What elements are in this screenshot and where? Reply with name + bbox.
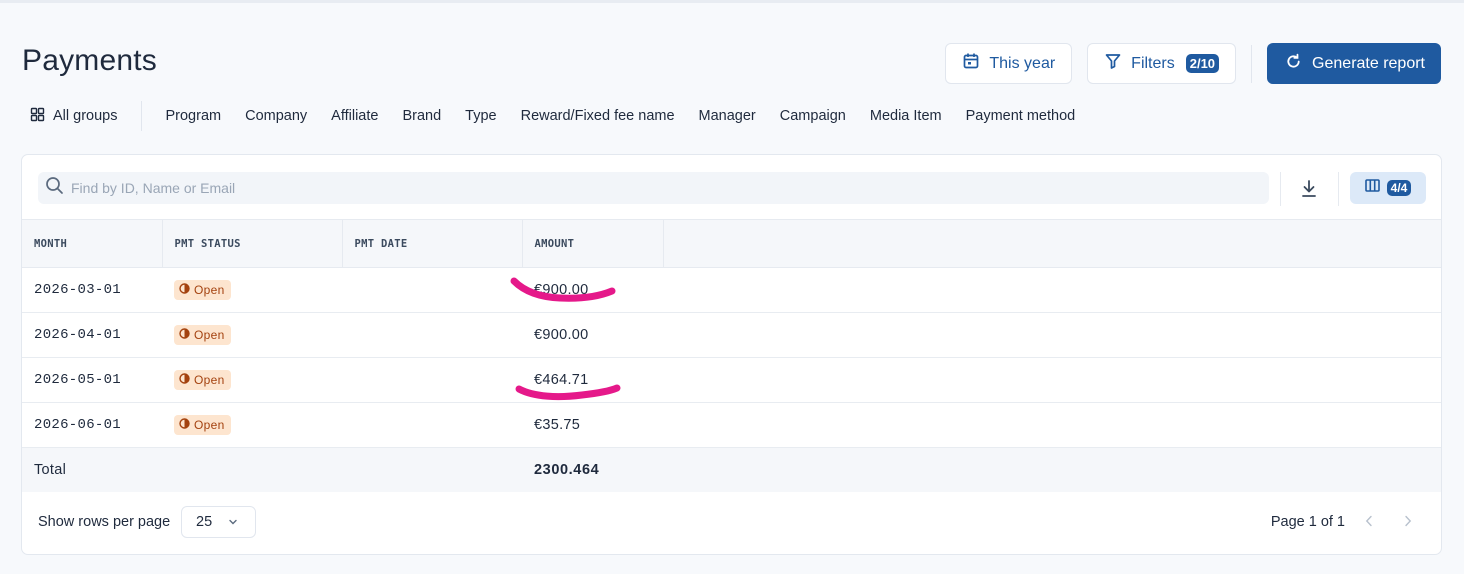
header-actions: This year Filters 2/10 Generate report xyxy=(945,43,1441,84)
group-media-item[interactable]: Media Item xyxy=(870,108,942,124)
page-info: Page 1 of 1 xyxy=(1270,514,1345,530)
table-footer: Show rows per page 25 Page 1 of 1 xyxy=(22,491,1441,554)
search-bar xyxy=(38,172,1269,204)
download-icon xyxy=(1299,180,1319,204)
filter-icon xyxy=(1104,52,1122,75)
calendar-icon xyxy=(962,52,980,75)
page-title: Payments xyxy=(22,44,157,77)
filters-button[interactable]: Filters 2/10 xyxy=(1087,43,1237,84)
group-affiliate[interactable]: Affiliate xyxy=(331,108,378,124)
column-header-pmt-date[interactable]: PMT DATE xyxy=(342,219,523,268)
status-label: Open xyxy=(194,373,225,387)
total-filler-cell xyxy=(663,447,1441,492)
table-row: 2026-03-01 Open €900.00 xyxy=(22,267,1441,313)
total-label: Total xyxy=(22,447,162,492)
status-open-icon xyxy=(179,372,190,388)
amount-cell: €464.71 xyxy=(522,357,663,403)
group-reward-fixed-fee-name[interactable]: Reward/Fixed fee name xyxy=(521,108,675,124)
columns-button[interactable]: 4/4 xyxy=(1350,172,1426,204)
download-button[interactable] xyxy=(1299,178,1319,200)
status-cell: Open xyxy=(162,357,342,403)
group-type[interactable]: Type xyxy=(465,108,496,124)
status-badge: Open xyxy=(174,370,231,390)
month-cell: 2026-05-01 xyxy=(22,357,162,403)
toolbar-divider xyxy=(1280,172,1281,206)
filters-count-badge: 2/10 xyxy=(1185,54,1220,73)
all-groups-button[interactable]: All groups xyxy=(30,107,117,126)
header-divider xyxy=(1251,44,1253,83)
status-label: Open xyxy=(194,283,225,297)
date-range-button[interactable]: This year xyxy=(945,43,1073,84)
chevron-down-icon xyxy=(228,514,238,530)
date-cell xyxy=(342,312,522,358)
rows-per-page-select[interactable]: 25 xyxy=(181,506,256,538)
table-row: 2026-06-01 Open €35.75 xyxy=(22,402,1441,448)
filler-cell xyxy=(663,402,1441,448)
column-header-filler xyxy=(663,219,1441,268)
columns-count-badge: 4/4 xyxy=(1386,180,1412,196)
top-divider xyxy=(0,0,1464,3)
grid-icon xyxy=(30,107,45,126)
status-badge: Open xyxy=(174,415,231,435)
filters-label: Filters xyxy=(1131,54,1175,72)
rows-per-page-value: 25 xyxy=(196,514,213,530)
generate-report-button[interactable]: Generate report xyxy=(1267,43,1441,84)
table-row: 2026-04-01 Open €900.00 xyxy=(22,312,1441,358)
toolbar-divider xyxy=(1338,172,1339,206)
chevron-right-icon xyxy=(1404,514,1412,532)
amount-cell: €900.00 xyxy=(522,267,663,313)
date-cell xyxy=(342,267,522,313)
month-cell: 2026-06-01 xyxy=(22,402,162,448)
total-row: Total 2300.464 xyxy=(22,447,1441,492)
payments-table: MONTH PMT STATUS PMT DATE AMOUNT 2026-03… xyxy=(22,219,1441,492)
status-badge: Open xyxy=(174,325,231,345)
previous-page-button[interactable] xyxy=(1359,511,1379,535)
filler-cell xyxy=(663,312,1441,358)
generate-report-label: Generate report xyxy=(1312,54,1425,72)
month-cell: 2026-04-01 xyxy=(22,312,162,358)
group-manager[interactable]: Manager xyxy=(699,108,756,124)
total-empty-cell xyxy=(162,447,342,492)
status-label: Open xyxy=(194,418,225,432)
status-cell: Open xyxy=(162,312,342,358)
column-header-amount[interactable]: AMOUNT xyxy=(522,219,664,268)
status-label: Open xyxy=(194,328,225,342)
date-cell xyxy=(342,402,522,448)
search-icon xyxy=(45,176,64,200)
total-amount: 2300.464 xyxy=(522,447,663,492)
group-payment-method[interactable]: Payment method xyxy=(966,108,1076,124)
column-header-month[interactable]: MONTH xyxy=(22,219,163,268)
amount-cell: €35.75 xyxy=(522,402,663,448)
payments-table-card: 4/4 MONTH PMT STATUS PMT DATE AMOUNT 202… xyxy=(21,154,1442,555)
group-by-bar: All groups Program Company Affiliate Bra… xyxy=(30,101,1099,131)
month-cell: 2026-03-01 xyxy=(22,267,162,313)
rows-per-page-label: Show rows per page xyxy=(38,514,171,530)
status-open-icon xyxy=(179,282,190,298)
group-program[interactable]: Program xyxy=(165,108,221,124)
group-brand[interactable]: Brand xyxy=(402,108,441,124)
search-input[interactable] xyxy=(71,180,1251,196)
columns-icon xyxy=(1364,179,1380,197)
group-campaign[interactable]: Campaign xyxy=(780,108,846,124)
table-header-row: MONTH PMT STATUS PMT DATE AMOUNT xyxy=(22,219,1441,268)
status-badge: Open xyxy=(174,280,231,300)
filler-cell xyxy=(663,267,1441,313)
status-open-icon xyxy=(179,327,190,343)
date-range-label: This year xyxy=(989,54,1056,72)
all-groups-label: All groups xyxy=(53,108,118,124)
chevron-left-icon xyxy=(1365,514,1373,532)
status-cell: Open xyxy=(162,267,342,313)
amount-cell: €900.00 xyxy=(522,312,663,358)
date-cell xyxy=(342,357,522,403)
next-page-button[interactable] xyxy=(1398,511,1418,535)
filler-cell xyxy=(663,357,1441,403)
group-company[interactable]: Company xyxy=(245,108,307,124)
total-empty-cell xyxy=(342,447,522,492)
groups-divider xyxy=(141,101,143,131)
status-open-icon xyxy=(179,417,190,433)
refresh-icon xyxy=(1285,53,1302,75)
column-header-pmt-status[interactable]: PMT STATUS xyxy=(162,219,343,268)
status-cell: Open xyxy=(162,402,342,448)
table-row: 2026-05-01 Open €464.71 xyxy=(22,357,1441,403)
